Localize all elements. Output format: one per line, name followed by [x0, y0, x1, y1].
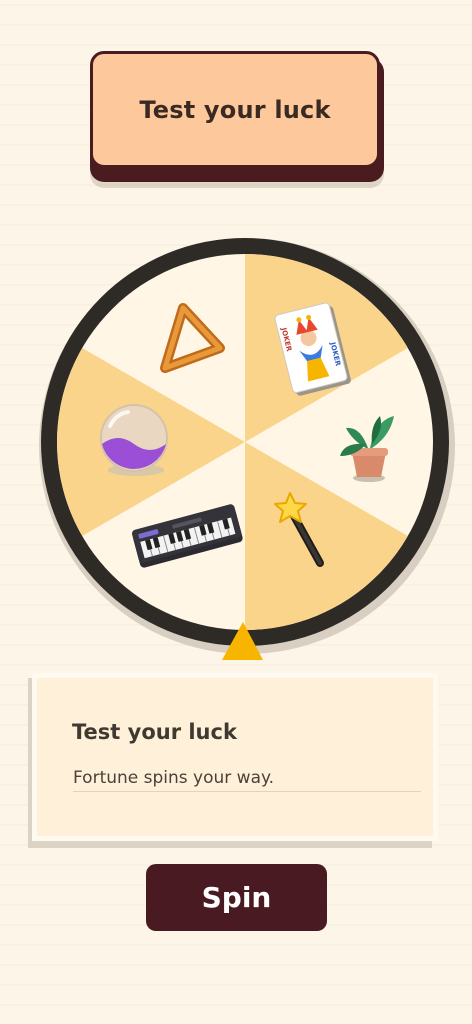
info-card-text: Fortune spins your way.: [73, 768, 275, 788]
info-card-divider: [73, 791, 421, 792]
spin-button-label: Spin: [201, 881, 272, 914]
fortune-wheel[interactable]: JOKER JOKER: [0, 230, 472, 670]
test-your-luck-header-button[interactable]: Test your luck: [90, 51, 380, 168]
spin-button[interactable]: Spin: [146, 864, 327, 931]
header-button-label: Test your luck: [139, 95, 331, 124]
info-card-title: Test your luck: [72, 720, 237, 744]
info-card: Test your luck Fortune spins your way.: [32, 673, 438, 841]
